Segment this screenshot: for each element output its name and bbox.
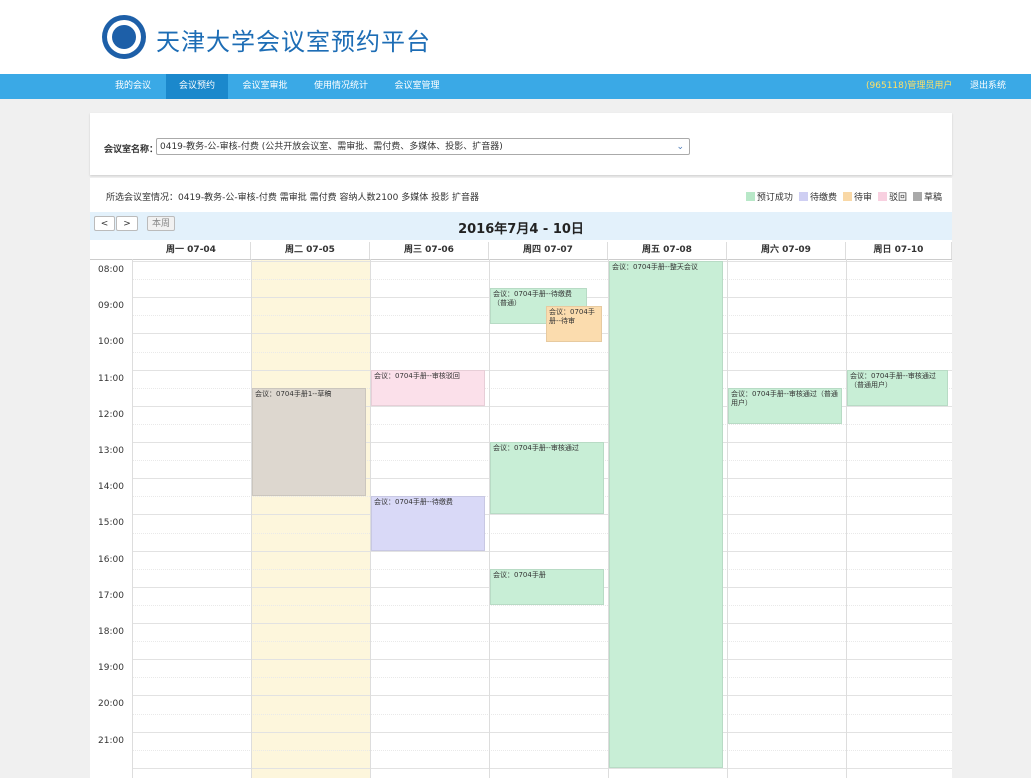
time-label: 12:00 bbox=[98, 409, 124, 420]
grid-line bbox=[132, 695, 952, 697]
grid-line bbox=[132, 623, 952, 624]
calendar-grid: 周一 07-04 周二 07-05 周三 07-06 周四 07-07 周五 07-08… bbox=[90, 242, 952, 778]
main-nav: 我的会议 会议预约 会议室审批 使用情况统计 会议室管理 (965118)管理员… bbox=[0, 74, 1031, 99]
legend-item: 驳回 bbox=[877, 190, 907, 203]
legend-swatch bbox=[745, 192, 755, 201]
grid-line bbox=[132, 261, 952, 262]
site-title: 天津大学会议室预约平台 bbox=[156, 28, 431, 56]
time-label: 13:00 bbox=[98, 446, 124, 456]
calendar-panel: 所选会议室情况：0419-教务-公-审核-付费 需审批 需付费 容纳人数2100… bbox=[90, 178, 952, 778]
legend-label: 草稿 bbox=[923, 193, 942, 203]
day-header: 周二 07-05 bbox=[251, 242, 370, 259]
time-label: 16:00 bbox=[98, 554, 124, 565]
current-user[interactable]: (965118)管理员用户 bbox=[866, 74, 952, 99]
grid-line bbox=[132, 333, 952, 335]
room-select-value: 0419-教务-公-审核-付费 (公共开放会议室、需审批、需付费、多媒体、投影、… bbox=[160, 142, 503, 152]
time-label: 20:00 bbox=[98, 699, 124, 710]
room-info: 所选会议室情况：0419-教务-公-审核-付费 需审批 需付费 容纳人数2100… bbox=[106, 193, 479, 203]
grid-line bbox=[132, 677, 952, 679]
grid-line bbox=[132, 604, 952, 606]
logout-link[interactable]: 退出系统 bbox=[970, 74, 1006, 99]
day-header: 周日 07-10 bbox=[846, 242, 952, 259]
grid-line bbox=[132, 532, 952, 534]
time-label: 11:00 bbox=[98, 373, 124, 384]
nav-usage-stats[interactable]: 使用情况统计 bbox=[303, 74, 379, 99]
room-select-panel: 会议室名称： 0419-教务-公-审核-付费 (公共开放会议室、需审批、需付费、… bbox=[90, 113, 952, 175]
time-label: 17:00 bbox=[98, 590, 124, 601]
time-label: 15:00 bbox=[98, 518, 124, 529]
grid-line bbox=[132, 731, 952, 733]
time-label: 14:00 bbox=[98, 482, 124, 493]
column-line bbox=[727, 259, 728, 778]
time-label: 21:00 bbox=[98, 735, 124, 746]
meeting-event[interactable]: 会议：0704手册--待审 bbox=[546, 306, 602, 343]
time-label: 10:00 bbox=[98, 337, 124, 348]
meeting-event[interactable]: 会议：0704手册--审核通过（普通用户） bbox=[728, 387, 842, 424]
day-header: 周一 07-04 bbox=[132, 242, 251, 259]
week-title: 2016年7月4 - 10日 bbox=[458, 222, 584, 237]
grid-line bbox=[132, 641, 952, 643]
grid-line bbox=[132, 749, 952, 751]
grid-line bbox=[132, 279, 952, 281]
calendar-toolbar: < > 本周 2016年7月4 - 10日 bbox=[90, 212, 952, 240]
today-column-highlight bbox=[251, 259, 370, 778]
grid-line bbox=[132, 713, 952, 715]
legend-swatch bbox=[798, 192, 808, 201]
day-header: 周三 07-06 bbox=[370, 242, 489, 259]
day-header: 周五 07-08 bbox=[608, 242, 727, 259]
header: 天津大学会议室预约平台 bbox=[0, 0, 1031, 74]
meeting-event[interactable]: 会议：0704手册--审核通过 bbox=[490, 442, 604, 515]
legend-item: 待审 bbox=[842, 190, 872, 203]
day-header: 周四 07-07 bbox=[489, 242, 608, 259]
room-label: 会议室名称： bbox=[104, 145, 159, 155]
legend-item: 待缴费 bbox=[798, 190, 837, 203]
grid-line bbox=[132, 351, 952, 353]
nav-booking[interactable]: 会议预约 bbox=[166, 74, 228, 99]
legend-label: 待缴费 bbox=[809, 193, 837, 203]
legend-swatch bbox=[877, 192, 887, 201]
grid-line bbox=[132, 550, 952, 552]
column-line bbox=[846, 259, 847, 778]
chevron-down-icon: ⌄ bbox=[676, 142, 684, 152]
nav-approval[interactable]: 会议室审批 bbox=[233, 74, 297, 99]
time-label: 08:00 bbox=[98, 265, 124, 275]
day-header: 周六 07-09 bbox=[727, 242, 846, 259]
legend-swatch bbox=[842, 192, 852, 201]
grid-line bbox=[132, 659, 952, 661]
legend-item: 预订成功 bbox=[745, 190, 793, 203]
nav-room-admin[interactable]: 会议室管理 bbox=[384, 74, 450, 99]
column-line bbox=[251, 259, 252, 778]
time-label: 18:00 bbox=[98, 627, 124, 637]
meeting-event[interactable]: 会议：0704手册 bbox=[490, 568, 604, 605]
meeting-event[interactable]: 会议：0704手册1--草稿 bbox=[252, 387, 366, 497]
meeting-event[interactable]: 会议：0704手册--整天会议 bbox=[609, 261, 723, 768]
legend-item: 草稿 bbox=[912, 190, 942, 203]
legend-label: 预订成功 bbox=[756, 193, 793, 203]
legend-swatch bbox=[912, 192, 922, 201]
university-logo bbox=[102, 15, 146, 59]
header-bottom-line bbox=[90, 259, 952, 260]
grid-line bbox=[132, 514, 952, 516]
legend-label: 驳回 bbox=[888, 193, 907, 203]
room-select[interactable]: 0419-教务-公-审核-付费 (公共开放会议室、需审批、需付费、多媒体、投影、… bbox=[156, 138, 690, 155]
column-line bbox=[489, 259, 490, 778]
column-line bbox=[132, 259, 133, 778]
grid-line bbox=[132, 369, 952, 371]
status-legend: 预订成功 待缴费 待审 驳回 草稿 bbox=[745, 190, 942, 203]
grid-line bbox=[132, 767, 952, 769]
time-label: 19:00 bbox=[98, 663, 124, 674]
nav-my-meetings[interactable]: 我的会议 bbox=[103, 74, 163, 99]
meeting-event[interactable]: 会议：0704手册--审核驳回 bbox=[371, 369, 485, 406]
meeting-event[interactable]: 会议：0704手册--审核通过（普通用户） bbox=[847, 369, 948, 406]
time-label: 09:00 bbox=[98, 301, 124, 312]
legend-label: 待审 bbox=[853, 193, 872, 203]
meeting-event[interactable]: 会议：0704手册--待缴费 bbox=[371, 496, 485, 551]
